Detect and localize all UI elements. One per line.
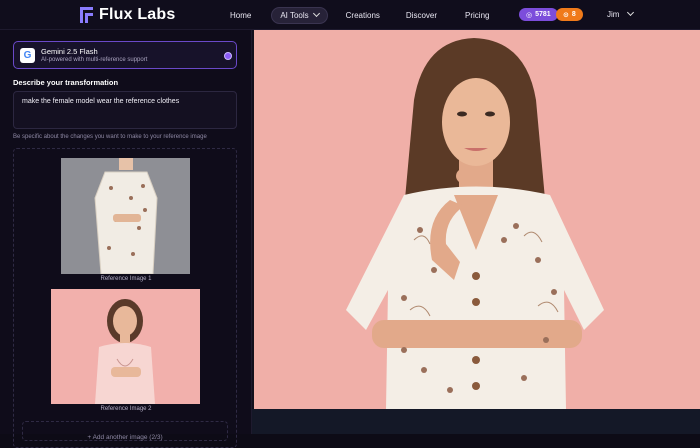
reference-image-1-caption: Reference Image 1 <box>100 276 152 282</box>
brand-logo[interactable]: Flux Labs <box>80 6 175 24</box>
reference-image-2[interactable] <box>51 289 200 404</box>
user-menu[interactable]: Jim <box>607 8 635 19</box>
reference-image-2-illustration <box>51 289 200 404</box>
reference-image-1[interactable] <box>61 158 190 274</box>
nav-pricing[interactable]: Pricing <box>457 8 497 23</box>
describe-label: Describe your transformation <box>13 78 119 87</box>
reference-image-2-caption: Reference Image 2 <box>100 406 152 412</box>
nav-home[interactable]: Home <box>222 8 259 23</box>
top-navigation-bar: Flux Labs Home AI Tools Creations Discov… <box>0 0 700 30</box>
preview-footer-strip <box>252 409 700 434</box>
bolt-icon: ⊙ <box>563 11 569 19</box>
google-icon: G <box>20 48 35 63</box>
nav-creations[interactable]: Creations <box>338 8 388 23</box>
result-image[interactable] <box>254 30 700 409</box>
reference-images-area: Reference Image 1 Reference Image 2 + Ad… <box>13 148 237 448</box>
model-name: Gemini 2.5 Flash <box>41 47 98 56</box>
chevron-down-icon <box>627 8 635 17</box>
flux-logo-icon <box>80 7 93 23</box>
credits-count: 5781 <box>535 11 551 18</box>
add-reference-image-button[interactable]: + Add another image (2/3) <box>22 421 228 441</box>
model-selected-radio[interactable] <box>224 52 232 60</box>
chevron-down-icon <box>312 9 320 18</box>
reference-image-1-illustration <box>61 158 190 274</box>
tokens-badge[interactable]: ⊙ 8 <box>556 8 583 21</box>
nav-discover[interactable]: Discover <box>398 8 445 23</box>
nav-ai-tools[interactable]: AI Tools <box>271 7 328 24</box>
brand-name: Flux Labs <box>99 6 176 23</box>
tokens-count: 8 <box>571 11 576 18</box>
model-selector-card[interactable]: G Gemini 2.5 Flash AI-powered with multi… <box>13 41 237 69</box>
result-image-illustration <box>254 30 700 409</box>
prompt-textarea[interactable]: make the female model wear the reference… <box>13 91 237 129</box>
coin-icon: ◎ <box>526 11 533 19</box>
nav-ai-tools-label: AI Tools <box>280 11 309 20</box>
credits-badge[interactable]: ◎ 5781 <box>519 8 558 21</box>
main-nav: Home AI Tools Creations Discover Pricing <box>222 7 497 24</box>
model-subtitle: AI-powered with multi-reference support <box>41 57 148 63</box>
user-name: Jim <box>607 10 620 19</box>
main-preview-area <box>252 30 700 434</box>
prompt-hint: Be specific about the changes you want t… <box>13 134 207 140</box>
sidebar-panel: G Gemini 2.5 Flash AI-powered with multi… <box>0 30 252 448</box>
